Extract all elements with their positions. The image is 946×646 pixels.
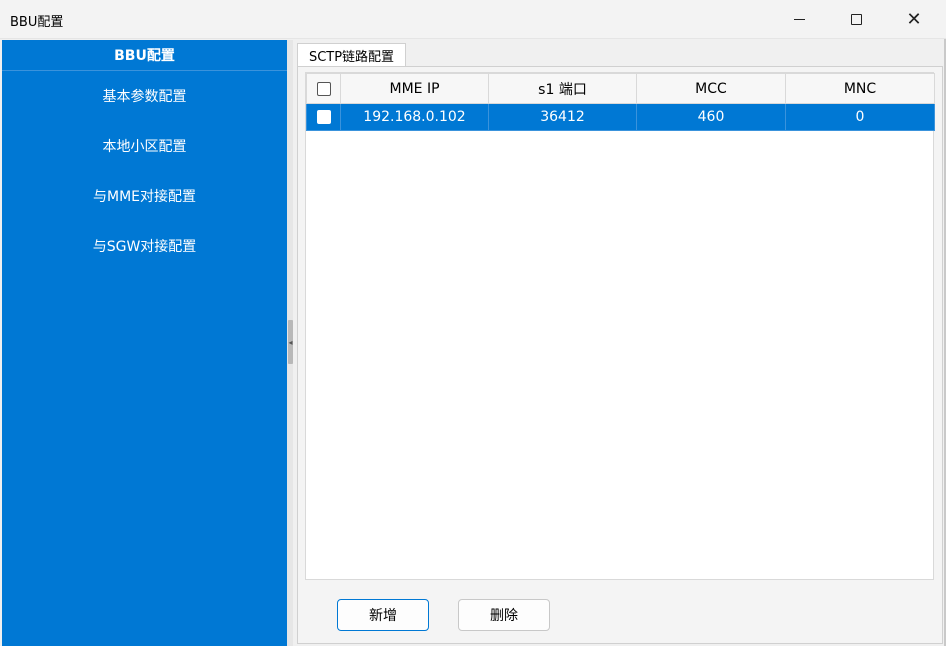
sidebar-item-label: 与SGW对接配置 <box>92 239 197 255</box>
cell-mnc[interactable]: 0 <box>785 103 935 131</box>
maximize-button[interactable] <box>827 0 885 39</box>
maximize-icon <box>850 14 862 25</box>
add-button[interactable]: 新增 <box>337 599 429 631</box>
column-header-mme-ip[interactable]: MME IP <box>340 73 489 104</box>
cell-mcc[interactable]: 460 <box>636 103 786 131</box>
cell-s1-port[interactable]: 36412 <box>488 103 637 131</box>
sctp-link-table: MME IP s1 端口 MCC MNC 192.168.0.102 36412… <box>305 72 935 580</box>
close-button[interactable]: ✕ <box>885 0 943 39</box>
splitter-handle[interactable]: ◂ <box>288 320 293 364</box>
select-all-checkbox[interactable] <box>316 81 331 96</box>
delete-button[interactable]: 删除 <box>458 599 550 631</box>
sidebar-item-label: 基本参数配置 <box>102 89 187 105</box>
sidebar-item-basic-params[interactable]: 基本参数配置 <box>2 71 287 121</box>
chevron-left-icon: ◂ <box>288 337 293 347</box>
tab-sctp-link-config[interactable]: SCTP链路配置 <box>297 43 406 67</box>
sidebar-item-mme[interactable]: 与MME对接配置 <box>2 171 287 221</box>
cell-mme-ip[interactable]: 192.168.0.102 <box>340 103 489 131</box>
row-checkbox-cell[interactable] <box>306 103 341 131</box>
table-row[interactable]: 192.168.0.102 36412 460 0 <box>306 103 935 131</box>
title-bar: BBU配置 ✕ <box>0 0 946 39</box>
table-header-row: MME IP s1 端口 MCC MNC <box>306 73 935 104</box>
minimize-button[interactable] <box>770 0 828 39</box>
column-header-mnc[interactable]: MNC <box>785 73 935 104</box>
sidebar-item-local-cell[interactable]: 本地小区配置 <box>2 121 287 171</box>
close-icon: ✕ <box>906 8 922 30</box>
sidebar-header: BBU配置 <box>2 40 287 71</box>
row-checkbox[interactable] <box>316 110 331 124</box>
sidebar-item-label: 本地小区配置 <box>102 139 187 155</box>
select-all-header[interactable] <box>306 73 341 104</box>
minimize-icon <box>793 19 805 20</box>
sidebar-item-label: 与MME对接配置 <box>92 189 196 205</box>
column-header-s1-port[interactable]: s1 端口 <box>488 73 637 104</box>
sidebar-item-sgw[interactable]: 与SGW对接配置 <box>2 221 287 271</box>
sidebar: BBU配置 基本参数配置 本地小区配置 与MME对接配置 与SGW对接配置 <box>2 40 287 646</box>
tab-label: SCTP链路配置 <box>308 50 395 65</box>
window-title: BBU配置 <box>10 15 64 30</box>
column-header-mcc[interactable]: MCC <box>636 73 786 104</box>
